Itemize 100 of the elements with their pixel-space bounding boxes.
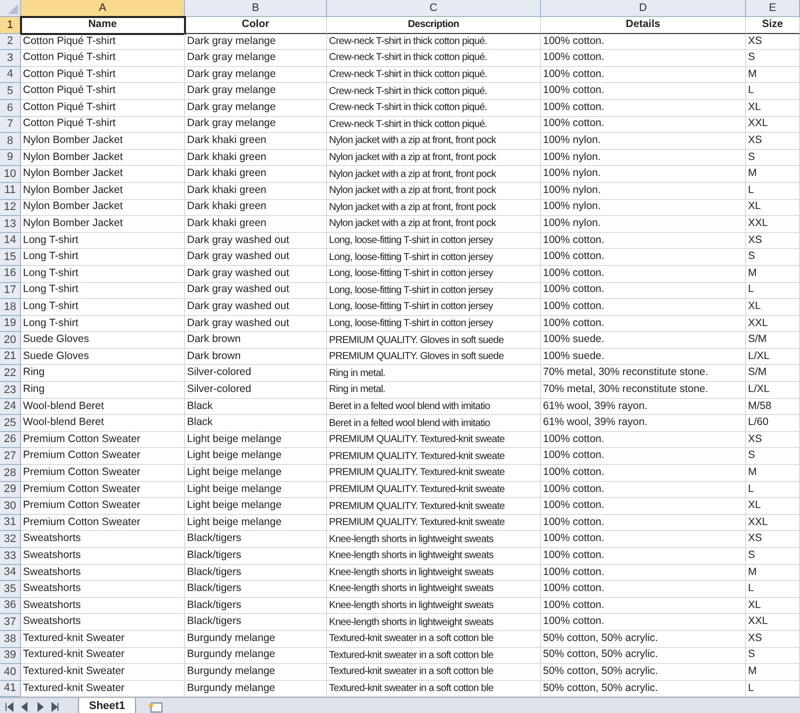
table-cell: 100% nylon. bbox=[541, 216, 746, 233]
table-cell: Cotton Piqué T-shirt bbox=[21, 100, 185, 117]
table-cell: M bbox=[746, 664, 800, 681]
row-number[interactable]: 7 bbox=[0, 116, 21, 134]
table-cell: Beret in a felted wool blend with imitatio bbox=[327, 398, 541, 416]
table-cell: 100% cotton. bbox=[541, 282, 746, 300]
table-cell: 100% cotton. bbox=[541, 548, 746, 565]
table-cell: L/XL bbox=[746, 382, 800, 399]
table-cell: Crew-neck T-shirt in thick cotton piqué. bbox=[327, 116, 541, 134]
table-cell: Dark khaki green bbox=[185, 133, 327, 150]
sheet-tab[interactable]: Sheet1 bbox=[78, 698, 136, 713]
row-number[interactable]: 36 bbox=[0, 598, 21, 614]
table-cell: Crew-neck T-shirt in thick cotton piqué. bbox=[327, 66, 541, 84]
table-cell: 100% cotton. bbox=[541, 232, 746, 250]
table-cell: Textured-knit sweater in a soft cotton ble bbox=[327, 648, 541, 664]
row-number[interactable]: 6 bbox=[0, 100, 21, 117]
row-number[interactable]: 17 bbox=[0, 282, 21, 300]
new-sheet-icon[interactable] bbox=[148, 701, 164, 713]
row-number[interactable]: 23 bbox=[0, 382, 21, 399]
row-number[interactable]: 35 bbox=[0, 581, 21, 598]
row-number[interactable]: 33 bbox=[0, 548, 21, 565]
table-cell: Light beige melange bbox=[185, 432, 327, 448]
table-cell: M bbox=[746, 166, 800, 183]
table-cell: Sweatshorts bbox=[21, 548, 185, 565]
row-number[interactable]: 24 bbox=[0, 398, 21, 416]
table-cell: Dark brown bbox=[185, 332, 327, 349]
row-number[interactable]: 30 bbox=[0, 498, 21, 515]
row-number[interactable]: 14 bbox=[0, 232, 21, 250]
table-cell: 100% cotton. bbox=[541, 432, 746, 448]
row-number[interactable]: 34 bbox=[0, 564, 21, 582]
row-number[interactable]: 9 bbox=[0, 150, 21, 166]
previous-sheet-icon[interactable] bbox=[20, 702, 29, 712]
table-cell: 100% cotton. bbox=[541, 564, 746, 582]
next-sheet-icon[interactable] bbox=[35, 702, 44, 712]
column-header[interactable]: A bbox=[21, 0, 185, 17]
row-number[interactable]: 31 bbox=[0, 514, 21, 532]
row-number[interactable]: 27 bbox=[0, 448, 21, 466]
row-number[interactable]: 3 bbox=[0, 50, 21, 67]
row-number[interactable]: 15 bbox=[0, 249, 21, 266]
row-number[interactable]: 22 bbox=[0, 365, 21, 382]
row-number[interactable]: 38 bbox=[0, 630, 21, 648]
table-cell: XS bbox=[746, 232, 800, 250]
row-number[interactable]: 39 bbox=[0, 648, 21, 664]
row-number[interactable]: 18 bbox=[0, 299, 21, 316]
row-number[interactable]: 8 bbox=[0, 133, 21, 150]
row-number[interactable]: 5 bbox=[0, 83, 21, 100]
row-number[interactable]: 13 bbox=[0, 216, 21, 233]
row-number[interactable]: 16 bbox=[0, 266, 21, 282]
table-cell: Wool-blend Beret bbox=[21, 415, 185, 432]
table-cell: Long, loose-fitting T-shirt in cotton jersey bbox=[327, 299, 541, 316]
row-number[interactable]: 40 bbox=[0, 664, 21, 681]
row-number[interactable]: 4 bbox=[0, 66, 21, 84]
column-header[interactable]: B bbox=[185, 0, 327, 17]
row-number[interactable]: 29 bbox=[0, 482, 21, 498]
first-sheet-icon[interactable] bbox=[5, 702, 14, 712]
table-cell: Black/tigers bbox=[185, 548, 327, 565]
table-cell: PREMIUM QUALITY. Textured-knit sweate bbox=[327, 514, 541, 532]
column-header[interactable]: D bbox=[541, 0, 746, 17]
row-number[interactable]: 26 bbox=[0, 432, 21, 448]
table-cell: 100% cotton. bbox=[541, 50, 746, 67]
row-number[interactable]: 32 bbox=[0, 531, 21, 548]
table-cell: PREMIUM QUALITY. Textured-knit sweate bbox=[327, 465, 541, 482]
header-cell: Name bbox=[21, 17, 185, 34]
row-number[interactable]: 21 bbox=[0, 348, 21, 366]
table-cell: Nylon Bomber Jacket bbox=[21, 216, 185, 233]
table-cell: 100% cotton. bbox=[541, 100, 746, 117]
row-number[interactable]: 1 bbox=[0, 17, 21, 34]
table-cell: Long, loose-fitting T-shirt in cotton jersey bbox=[327, 266, 541, 282]
table-cell: L/XL bbox=[746, 348, 800, 366]
table-cell: Knee-length shorts in lightweight sweats bbox=[327, 581, 541, 598]
table-cell: 61% wool, 39% rayon. bbox=[541, 398, 746, 416]
table-cell: Crew-neck T-shirt in thick cotton piqué. bbox=[327, 83, 541, 100]
row-number[interactable]: 2 bbox=[0, 34, 21, 50]
row-number[interactable]: 37 bbox=[0, 614, 21, 631]
table-cell: XS bbox=[746, 133, 800, 150]
table-cell: PREMIUM QUALITY. Gloves in soft suede bbox=[327, 332, 541, 349]
last-sheet-icon[interactable] bbox=[50, 702, 59, 712]
row-number[interactable]: 10 bbox=[0, 166, 21, 183]
table-cell: 100% cotton. bbox=[541, 482, 746, 498]
table-cell: Nylon Bomber Jacket bbox=[21, 182, 185, 200]
row-number[interactable]: 19 bbox=[0, 316, 21, 332]
row-number[interactable]: 11 bbox=[0, 182, 21, 200]
table-cell: Nylon Bomber Jacket bbox=[21, 166, 185, 183]
table-cell: XL bbox=[746, 100, 800, 117]
column-header[interactable]: E bbox=[746, 0, 800, 17]
row-number[interactable]: 25 bbox=[0, 415, 21, 432]
table-cell: 100% suede. bbox=[541, 348, 746, 366]
table-cell: 100% cotton. bbox=[541, 598, 746, 614]
row-number[interactable]: 12 bbox=[0, 200, 21, 216]
row-number[interactable]: 28 bbox=[0, 465, 21, 482]
table-cell: Textured-knit Sweater bbox=[21, 648, 185, 664]
table-cell: Textured-knit sweater in a soft cotton ble bbox=[327, 630, 541, 648]
column-header[interactable]: C bbox=[327, 0, 541, 17]
table-cell: Nylon jacket with a zip at front, front pock bbox=[327, 216, 541, 233]
row-number[interactable]: 41 bbox=[0, 680, 21, 698]
table-cell: Long, loose-fitting T-shirt in cotton jersey bbox=[327, 232, 541, 250]
table-cell: 100% cotton. bbox=[541, 83, 746, 100]
table-cell: XS bbox=[746, 34, 800, 50]
table-cell: M bbox=[746, 266, 800, 282]
row-number[interactable]: 20 bbox=[0, 332, 21, 349]
